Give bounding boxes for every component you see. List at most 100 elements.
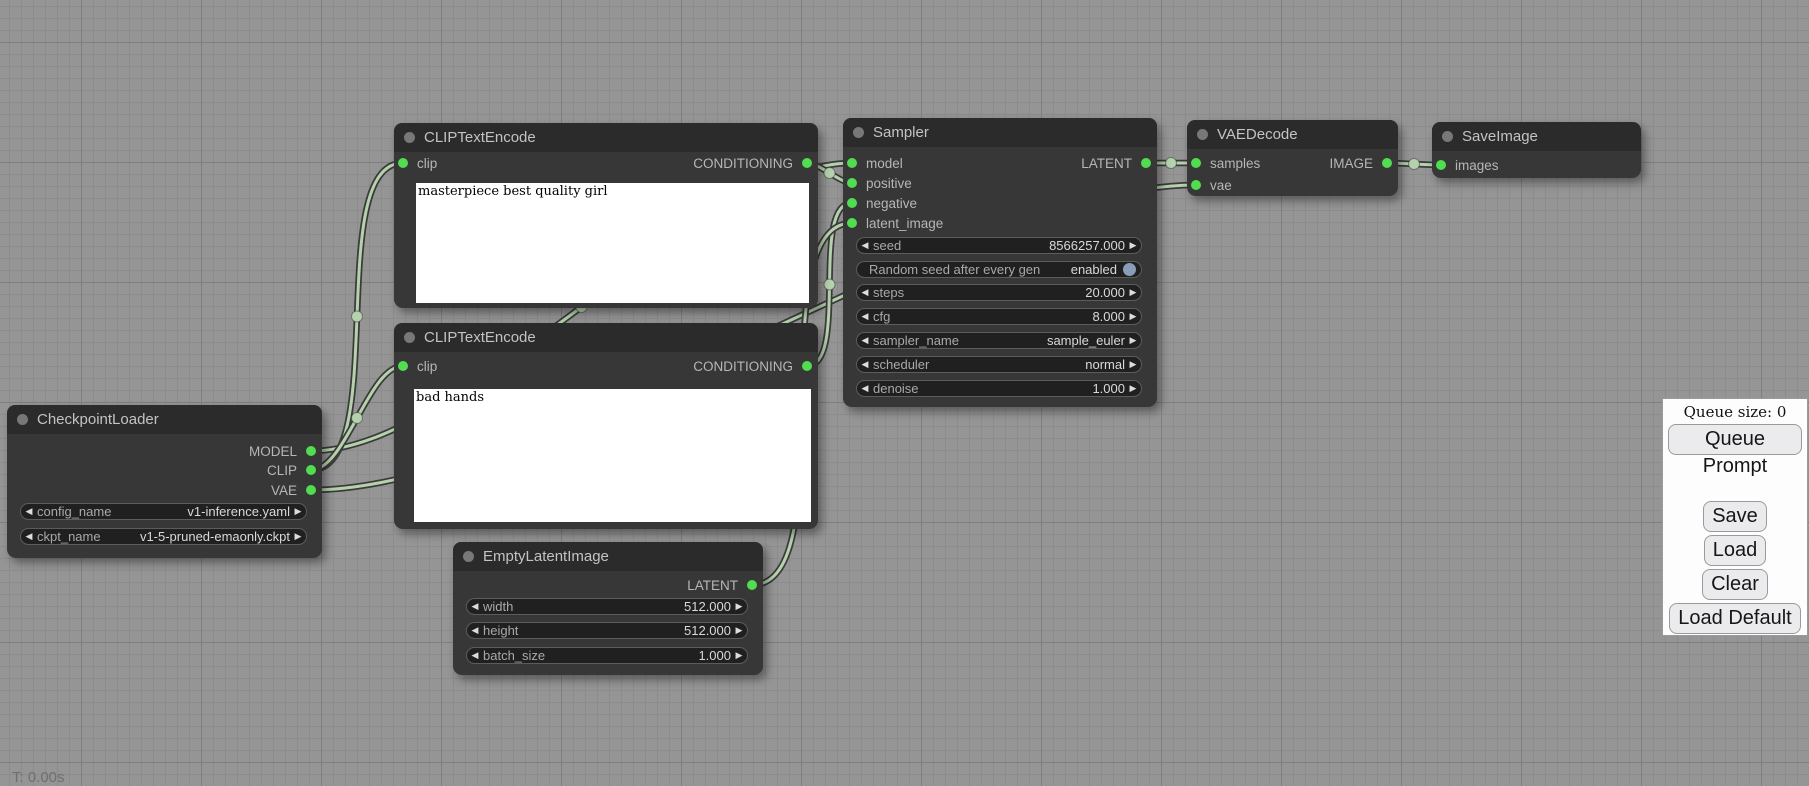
- node-sampler[interactable]: Samplermodelpositivenegativelatent_image…: [843, 118, 1157, 407]
- node-clip-text-encode-positive[interactable]: CLIPTextEncodeclipCONDITIONING: [394, 123, 818, 308]
- output-port-icon[interactable]: [802, 158, 812, 168]
- toggle-dot-icon[interactable]: [1123, 263, 1136, 276]
- input-slot-label: positive: [866, 176, 912, 191]
- node-checkpoint-loader[interactable]: CheckpointLoaderMODELCLIPVAE◀config_name…: [7, 405, 322, 558]
- graph-canvas[interactable]: { "colors": { "canvas_bg": "#959595", "n…: [0, 0, 1809, 782]
- widget-increment-arrow-icon[interactable]: ▶: [1125, 336, 1141, 345]
- widget-increment-arrow-icon[interactable]: ▶: [1125, 384, 1141, 393]
- widget-batch_size[interactable]: ◀batch_size1.000▶: [466, 647, 748, 664]
- widget-name: height: [483, 623, 518, 638]
- widget-value: 512.000: [684, 599, 731, 614]
- output-slot-CONDITIONING: CONDITIONING: [693, 154, 812, 172]
- widget-decrement-arrow-icon[interactable]: ◀: [857, 241, 873, 250]
- widget-increment-arrow-icon[interactable]: ▶: [731, 602, 747, 611]
- save-button[interactable]: Save: [1703, 501, 1767, 532]
- widget-increment-arrow-icon[interactable]: ▶: [1125, 288, 1141, 297]
- node-empty-latent-image[interactable]: EmptyLatentImageLATENT◀width512.000▶◀hei…: [453, 542, 763, 675]
- input-port-icon[interactable]: [1191, 158, 1201, 168]
- input-slot-clip: clip: [398, 357, 437, 375]
- widget-value: 20.000: [1085, 285, 1125, 300]
- widget-increment-arrow-icon[interactable]: ▶: [290, 507, 306, 516]
- widget-decrement-arrow-icon[interactable]: ◀: [467, 651, 483, 660]
- input-port-icon[interactable]: [398, 158, 408, 168]
- widget-decrement-arrow-icon[interactable]: ◀: [857, 336, 873, 345]
- output-port-icon[interactable]: [306, 465, 316, 475]
- node-title-bar[interactable]: VAEDecode: [1187, 120, 1398, 149]
- widget-scheduler[interactable]: ◀schedulernormal▶: [856, 356, 1142, 373]
- node-collapse-dot-icon[interactable]: [404, 332, 415, 343]
- node-title-label: SaveImage: [1462, 128, 1538, 145]
- widget-config_name[interactable]: ◀config_namev1-inference.yaml▶: [20, 503, 307, 520]
- node-collapse-dot-icon[interactable]: [1442, 131, 1453, 142]
- node-collapse-dot-icon[interactable]: [853, 127, 864, 138]
- widget-name: scheduler: [873, 357, 929, 372]
- node-collapse-dot-icon[interactable]: [463, 551, 474, 562]
- load-button[interactable]: Load: [1704, 535, 1767, 566]
- widget-decrement-arrow-icon[interactable]: ◀: [857, 384, 873, 393]
- widget-decrement-arrow-icon[interactable]: ◀: [467, 626, 483, 635]
- widget-decrement-arrow-icon[interactable]: ◀: [21, 507, 37, 516]
- widget-decrement-arrow-icon[interactable]: ◀: [857, 312, 873, 321]
- widget-decrement-arrow-icon[interactable]: ◀: [857, 360, 873, 369]
- input-port-icon[interactable]: [847, 198, 857, 208]
- node-title-bar[interactable]: CLIPTextEncode: [394, 123, 818, 152]
- widget-increment-arrow-icon[interactable]: ▶: [731, 651, 747, 660]
- output-port-icon[interactable]: [306, 446, 316, 456]
- widget-name: sampler_name: [873, 333, 959, 348]
- widget-sampler_name[interactable]: ◀sampler_namesample_euler▶: [856, 332, 1142, 349]
- node-collapse-dot-icon[interactable]: [1197, 129, 1208, 140]
- input-port-icon[interactable]: [398, 361, 408, 371]
- input-slot-label: vae: [1210, 178, 1232, 193]
- widget-height[interactable]: ◀height 512.000▶: [466, 622, 748, 639]
- output-slot-CONDITIONING: CONDITIONING: [693, 357, 812, 375]
- output-port-icon[interactable]: [802, 361, 812, 371]
- execution-timer: T: 0.00s: [12, 769, 65, 786]
- widget-increment-arrow-icon[interactable]: ▶: [1125, 312, 1141, 321]
- node-title-bar[interactable]: SaveImage: [1432, 122, 1641, 151]
- node-clip-text-encode-negative[interactable]: CLIPTextEncode clip CONDITIONING: [394, 323, 818, 529]
- output-port-icon[interactable]: [1382, 158, 1392, 168]
- output-slot-LATENT: LATENT: [687, 576, 757, 594]
- output-port-icon[interactable]: [747, 580, 757, 590]
- widget-increment-arrow-icon[interactable]: ▶: [731, 626, 747, 635]
- node-title-bar[interactable]: EmptyLatentImage: [453, 542, 763, 571]
- load-default-button[interactable]: Load Default: [1669, 603, 1800, 634]
- widget-denoise[interactable]: ◀denoise1.000▶: [856, 380, 1142, 397]
- widget-increment-arrow-icon[interactable]: ▶: [1125, 360, 1141, 369]
- node-vae-decode[interactable]: VAEDecodesamplesvaeIMAGE: [1187, 120, 1398, 196]
- node-title-bar[interactable]: Sampler: [843, 118, 1157, 147]
- output-port-icon[interactable]: [306, 485, 316, 495]
- input-port-icon[interactable]: [847, 158, 857, 168]
- widget-increment-arrow-icon[interactable]: ▶: [1125, 241, 1141, 250]
- widget-name: cfg: [873, 309, 890, 324]
- node-title-bar[interactable]: CheckpointLoader: [7, 405, 322, 434]
- input-slot-latent_image: latent_image: [847, 214, 943, 232]
- widget-value: 1.000: [698, 648, 731, 663]
- widget-decrement-arrow-icon[interactable]: ◀: [467, 602, 483, 611]
- input-port-icon[interactable]: [1436, 160, 1446, 170]
- output-port-icon[interactable]: [1141, 158, 1151, 168]
- prompt-text-input[interactable]: [414, 389, 811, 522]
- node-title-bar[interactable]: CLIPTextEncode: [394, 323, 818, 352]
- widget-ckpt_name[interactable]: ◀ckpt_namev1-5-pruned-emaonly.ckpt▶: [20, 528, 307, 545]
- widget-seed[interactable]: ◀seed8566257.000▶: [856, 237, 1142, 254]
- widget-value: 8.000: [1092, 309, 1125, 324]
- input-port-icon[interactable]: [847, 218, 857, 228]
- clear-button[interactable]: Clear: [1702, 569, 1768, 600]
- input-port-icon[interactable]: [847, 178, 857, 188]
- widget-width[interactable]: ◀width512.000▶: [466, 598, 748, 615]
- widget-decrement-arrow-icon[interactable]: ◀: [857, 288, 873, 297]
- queue-prompt-button[interactable]: Queue Prompt: [1668, 424, 1802, 455]
- widget-steps[interactable]: ◀steps20.000▶: [856, 284, 1142, 301]
- widget-value: 512.000: [684, 623, 731, 638]
- link-clip-to-positive-encode-wire-core: [311, 163, 403, 470]
- widget-increment-arrow-icon[interactable]: ▶: [290, 532, 306, 541]
- widget-decrement-arrow-icon[interactable]: ◀: [21, 532, 37, 541]
- widget-cfg[interactable]: ◀cfg 8.000▶: [856, 308, 1142, 325]
- node-collapse-dot-icon[interactable]: [17, 414, 28, 425]
- node-save-image[interactable]: SaveImageimages: [1432, 122, 1641, 178]
- widget-random-seed-after-every-gen[interactable]: Random seed after every genenabled: [856, 261, 1142, 278]
- node-collapse-dot-icon[interactable]: [404, 132, 415, 143]
- prompt-text-input[interactable]: [416, 183, 809, 303]
- input-port-icon[interactable]: [1191, 180, 1201, 190]
